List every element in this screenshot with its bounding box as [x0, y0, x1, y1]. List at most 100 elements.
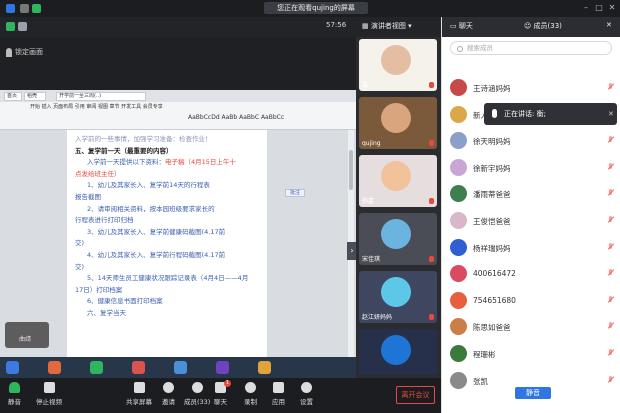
member-row[interactable]: 400616472	[442, 261, 620, 287]
document-line-text: 2、请审阅相关资料，按本园班级要求家长的	[87, 204, 215, 213]
collapse-sidebar-arrow[interactable]: ›	[347, 242, 356, 260]
mute-button[interactable]: 静音	[8, 382, 21, 406]
tab-chat-label: 聊天	[458, 22, 473, 30]
video-tile[interactable]: 果	[359, 39, 437, 91]
minimize-button[interactable]: –	[580, 1, 592, 15]
muted-mic-icon[interactable]	[607, 216, 614, 224]
taskbar-app-icon	[216, 361, 229, 374]
maximize-button[interactable]: □	[593, 1, 605, 15]
panel-close-icon[interactable]: ✕	[606, 21, 612, 29]
video-tile[interactable]	[359, 329, 437, 375]
document-ribbon: 开始 插入 页面布局 引用 审阅 视图 章节 开发工具 会员专享 AaBbCcD…	[0, 102, 356, 130]
member-name: 陈思如爸爸	[473, 323, 511, 333]
participant-video-column: ▦ 演讲者视图 ▾ 果 qujing 杨嘉宋佳琪赵江妍妈妈	[356, 17, 441, 378]
apps-label: 应用	[272, 398, 285, 406]
video-tile[interactable]: 赵江妍妈妈	[359, 271, 437, 323]
muted-mic-icon[interactable]	[607, 242, 614, 251]
document-line-text: 5、14天师生员工健康状况跟踪记录表（4月4日——4月	[87, 274, 249, 283]
close-icon[interactable]: ✕	[608, 103, 614, 125]
ribbon-menu: 开始 插入 页面布局 引用 审阅 视图 章节 开发工具 会员专享	[30, 104, 163, 110]
muted-mic-icon[interactable]	[607, 136, 614, 144]
share-screen-button[interactable]: 共享屏幕	[126, 382, 152, 406]
document-line-highlight: 电子稿（4月15日上午十	[165, 158, 236, 167]
lock-view-button[interactable]: 锁定画面	[6, 47, 43, 57]
member-name: 754651680	[473, 295, 516, 305]
muted-mic-icon[interactable]	[607, 295, 614, 304]
taskbar-app-icon	[90, 361, 103, 374]
invite-icon	[163, 382, 174, 393]
video-tile-name: 杨嘉	[362, 198, 375, 205]
stop-video-button[interactable]: 停止视频	[36, 382, 62, 406]
video-tile[interactable]: 宋佳琪	[359, 213, 437, 265]
document-line-text: 六、复学当天	[87, 308, 126, 317]
search-icon	[457, 46, 463, 52]
member-row[interactable]: 徐天明妈妈	[442, 128, 620, 154]
member-row[interactable]: 陈思如爸爸	[442, 314, 620, 340]
document-line-text: 6、健康信息书面打印档案	[87, 297, 163, 306]
document-line: 六、复学当天	[75, 308, 259, 320]
ribbon-style-gallery: AaBbCcDd AaBb AaBbC AaBbCc	[188, 114, 285, 121]
member-name: 潘雨蒂爸爸	[473, 190, 511, 200]
tab-members[interactable]: ☺ 成员(33)	[524, 21, 562, 31]
member-row[interactable]: 徐新宇妈妈	[442, 155, 620, 181]
muted-mic-icon	[429, 82, 434, 88]
settings-button[interactable]: 设置	[300, 382, 313, 406]
speaker-view-label: 演讲者视图	[370, 22, 406, 30]
stop-video-label: 停止视频	[36, 398, 62, 406]
member-row[interactable]: 754651680	[442, 288, 620, 314]
member-search-input[interactable]: 搜索成员	[450, 41, 612, 55]
document-line: 五、复学前一天（最重要的内容）	[75, 146, 259, 158]
meeting-info-icon[interactable]	[18, 22, 27, 31]
close-window-button[interactable]: ✕	[606, 1, 618, 15]
video-tile[interactable]: 杨嘉	[359, 155, 437, 207]
video-tile[interactable]: qujing	[359, 97, 437, 149]
members-button[interactable]: 成员(33)	[184, 382, 210, 406]
chat-button[interactable]: 1 聊天	[214, 380, 231, 406]
info-icon[interactable]	[20, 4, 29, 13]
speaker-view-button[interactable]: ▦ 演讲者视图 ▾	[362, 21, 412, 31]
muted-mic-icon[interactable]	[607, 349, 614, 357]
document-line-text: 行程表进行打印归档	[75, 216, 134, 225]
document-line: 点发给班主任）	[75, 169, 259, 181]
network-signal-icon[interactable]	[32, 4, 41, 13]
security-shield-icon[interactable]	[6, 22, 15, 31]
document-line-text: 点发给班主任）	[75, 169, 121, 178]
member-row[interactable]: 王俊恺爸爸	[442, 208, 620, 234]
leave-meeting-button[interactable]: 离开会议	[396, 386, 435, 404]
doc-tab-docer: 稻壳	[24, 92, 46, 101]
member-row[interactable]: 潘雨蒂爸爸	[442, 181, 620, 207]
document-line: 5、14天师生员工健康状况跟踪记录表（4月4日——4月	[75, 273, 259, 285]
muted-mic-icon[interactable]	[607, 322, 614, 330]
tab-chat[interactable]: ▭ 聊天	[450, 21, 473, 31]
gear-icon	[301, 382, 312, 393]
apps-button[interactable]: 应用	[272, 382, 285, 406]
member-row[interactable]: 杨祥瑞妈妈	[442, 235, 620, 261]
record-button[interactable]: 录制	[244, 382, 257, 406]
member-name: 杨祥瑞妈妈	[473, 243, 511, 253]
avatar	[450, 265, 467, 283]
mute-all-button[interactable]: 静音	[515, 387, 551, 399]
camera-icon	[43, 382, 55, 393]
member-name: 王诗涵妈妈	[473, 84, 511, 93]
avatar	[450, 318, 467, 336]
document-line: 交)	[75, 262, 259, 274]
document-line-text: 1、幼儿及其家长入、复学前14天的行程表	[87, 181, 210, 190]
muted-mic-icon[interactable]	[607, 162, 614, 171]
muted-mic-icon[interactable]	[607, 375, 614, 384]
member-name: 徐新宇妈妈	[473, 163, 511, 173]
meeting-timer: 57:56	[326, 21, 347, 29]
member-name: 王俊恺爸爸	[473, 217, 511, 226]
document-line: 行程表进行打印归档	[75, 215, 259, 227]
muted-mic-icon	[429, 140, 434, 146]
video-tile-name: 赵江妍妈妈	[362, 314, 393, 321]
muted-mic-icon[interactable]	[607, 83, 614, 91]
invite-button[interactable]: 邀请	[162, 382, 175, 406]
document-line: 1、幼儿及其家长入、复学前14天的行程表	[75, 180, 259, 192]
muted-mic-icon[interactable]	[607, 269, 614, 277]
muted-mic-icon[interactable]	[607, 189, 614, 197]
taskbar-app-icon	[48, 361, 61, 374]
document-line-text: 4、幼儿及其家长入、复学前行程码截图(4.17前	[87, 250, 226, 259]
member-row[interactable]: 程珊彬	[442, 341, 620, 367]
video-tile-name: qujing	[362, 140, 381, 147]
member-row[interactable]: 王诗涵妈妈	[442, 75, 620, 101]
